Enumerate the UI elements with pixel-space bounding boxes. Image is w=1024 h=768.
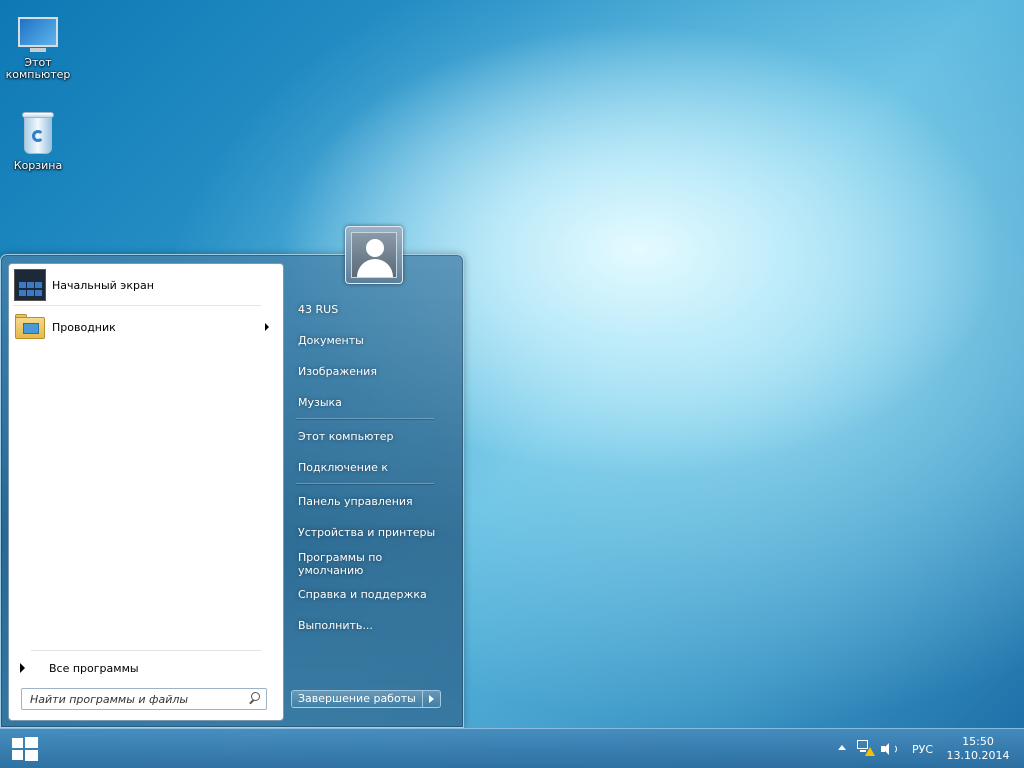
show-hidden-icons-icon[interactable] [838, 745, 846, 750]
volume-icon[interactable] [880, 741, 898, 757]
user-avatar[interactable] [345, 226, 403, 284]
start-menu-programs-pane: Начальный экран Проводник Все программы [8, 263, 284, 721]
triangle-right-icon [20, 663, 25, 673]
desktop-icon-this-pc[interactable]: Этот компьютер [0, 17, 76, 81]
divider [31, 650, 261, 651]
desktop-icon-recycle-bin[interactable]: Корзина [0, 112, 76, 172]
search-input[interactable] [22, 690, 246, 708]
shutdown-button[interactable]: Завершение работы [291, 690, 423, 708]
clock-time: 15:50 [962, 735, 994, 748]
submenu-arrow-icon [265, 323, 269, 331]
windows-logo-icon [12, 737, 38, 761]
start-menu-link-this-pc[interactable]: Этот компьютер [290, 430, 450, 443]
search-icon[interactable] [246, 691, 262, 707]
start-menu-link-default-programs[interactable]: Программы по умолчанию [290, 551, 410, 577]
clock-date: 13.10.2014 [946, 749, 1010, 762]
divider [296, 418, 434, 419]
start-menu-item-label: Проводник [52, 320, 116, 334]
all-programs-button[interactable]: Все программы [17, 657, 267, 679]
start-menu-item-start-screen[interactable]: Начальный экран [13, 266, 281, 304]
start-button[interactable] [0, 729, 50, 768]
start-menu-link-pictures[interactable]: Изображения [290, 365, 450, 378]
start-menu-link-connect-to[interactable]: Подключение к [290, 461, 450, 474]
start-menu-link-help[interactable]: Справка и поддержка [290, 588, 450, 601]
network-warning-icon[interactable] [857, 740, 875, 756]
search-box[interactable] [21, 688, 267, 710]
shutdown-button-group: Завершение работы [291, 690, 441, 708]
start-menu-link-control-panel[interactable]: Панель управления [290, 495, 450, 508]
start-screen-icon [14, 269, 46, 301]
clock[interactable]: 15:50 13.10.2014 [946, 735, 1010, 763]
start-menu-link-run[interactable]: Выполнить... [290, 619, 450, 632]
divider [296, 483, 434, 484]
start-menu-item-label: Начальный экран [52, 278, 154, 292]
start-menu: Начальный экран Проводник Все программы … [0, 226, 464, 728]
start-menu-item-file-explorer[interactable]: Проводник [13, 308, 281, 346]
taskbar: РУС 15:50 13.10.2014 [0, 728, 1024, 768]
start-menu-link-music[interactable]: Музыка [290, 396, 450, 409]
start-menu-user-name[interactable]: 43 RUS [290, 303, 450, 316]
language-indicator[interactable]: РУС [912, 743, 933, 756]
divider [13, 305, 261, 306]
start-menu-link-documents[interactable]: Документы [290, 334, 450, 347]
file-explorer-icon [14, 311, 46, 343]
all-programs-label: Все программы [49, 661, 139, 675]
desktop-icon-label: Корзина [13, 159, 63, 172]
shutdown-options-arrow-icon[interactable] [422, 690, 441, 708]
user-icon [351, 232, 397, 278]
computer-icon [15, 17, 61, 53]
recycle-bin-icon [20, 112, 56, 156]
start-menu-link-devices-printers[interactable]: Устройства и принтеры [290, 526, 450, 539]
desktop-icon-label: Этот компьютер [5, 56, 71, 81]
